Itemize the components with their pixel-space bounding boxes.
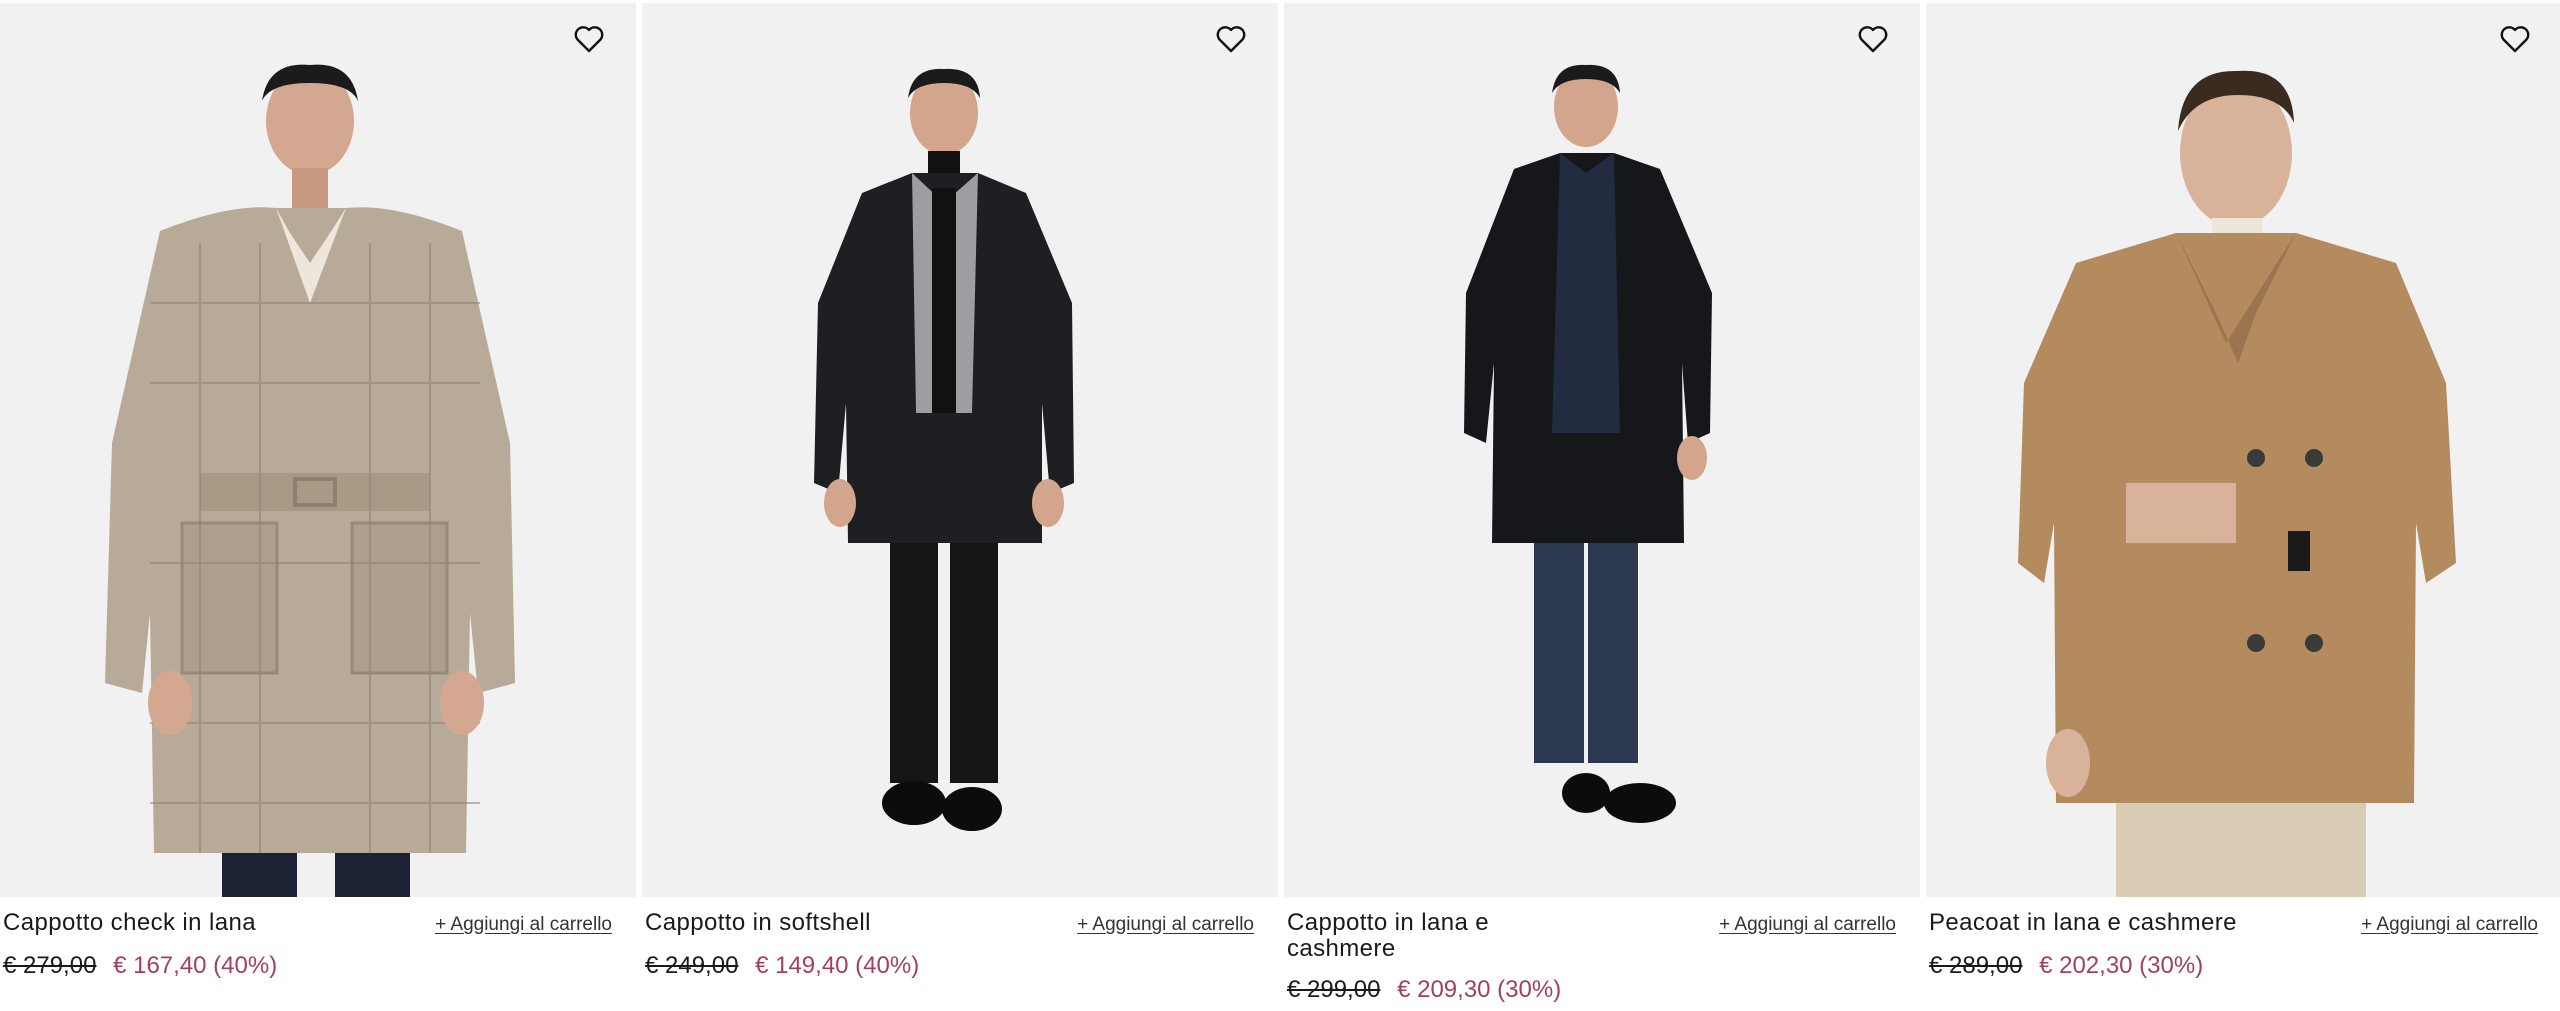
sale-price: € 167,40 (40%)	[113, 952, 278, 979]
wishlist-button[interactable]	[1216, 25, 1250, 59]
add-to-cart-link[interactable]: + Aggiungi al carrello	[2361, 914, 2538, 936]
product-grid: Cappotto check in lana + Aggiungi al car…	[0, 0, 2560, 1011]
add-to-cart-link[interactable]: + Aggiungi al carrello	[1077, 914, 1254, 936]
wishlist-button[interactable]	[2500, 25, 2534, 59]
product-name[interactable]: Cappotto in softshell	[645, 910, 1025, 936]
original-price: € 249,00	[645, 952, 739, 979]
add-to-cart-link[interactable]: + Aggiungi al carrello	[1719, 914, 1896, 936]
product-image[interactable]	[0, 3, 636, 897]
heart-outline-icon	[574, 26, 604, 53]
price-row: € 279,00 € 167,40 (40%)	[3, 952, 277, 980]
price-row: € 249,00 € 149,40 (40%)	[645, 952, 919, 980]
product-image[interactable]	[1284, 3, 1920, 897]
original-price: € 279,00	[3, 952, 97, 979]
wishlist-button[interactable]	[574, 25, 608, 59]
sale-price: € 202,30 (30%)	[2039, 952, 2204, 979]
heart-outline-icon	[1858, 26, 1888, 53]
product-card[interactable]: Peacoat in lana e cashmere + Aggiungi al…	[1926, 0, 2560, 1011]
price-row: € 289,00 € 202,30 (30%)	[1929, 952, 2203, 980]
product-image[interactable]	[642, 3, 1278, 897]
product-name[interactable]: Cappotto in lana e cashmere	[1287, 910, 1517, 962]
sale-price: € 149,40 (40%)	[755, 952, 920, 979]
product-card[interactable]: Cappotto in softshell + Aggiungi al carr…	[642, 0, 1278, 1011]
add-to-cart-link[interactable]: + Aggiungi al carrello	[435, 914, 612, 936]
product-name[interactable]: Peacoat in lana e cashmere	[1929, 910, 2309, 936]
wishlist-button[interactable]	[1858, 25, 1892, 59]
heart-outline-icon	[2500, 26, 2530, 53]
original-price: € 289,00	[1929, 952, 2023, 979]
heart-outline-icon	[1216, 26, 1246, 53]
original-price: € 299,00	[1287, 976, 1381, 1003]
product-name[interactable]: Cappotto check in lana	[3, 910, 383, 936]
product-image[interactable]	[1926, 3, 2560, 897]
product-card[interactable]: Cappotto check in lana + Aggiungi al car…	[0, 0, 636, 1011]
product-card[interactable]: Cappotto in lana e cashmere + Aggiungi a…	[1284, 0, 1920, 1011]
price-row: € 299,00 € 209,30 (30%)	[1287, 976, 1561, 1004]
sale-price: € 209,30 (30%)	[1397, 976, 1562, 1003]
